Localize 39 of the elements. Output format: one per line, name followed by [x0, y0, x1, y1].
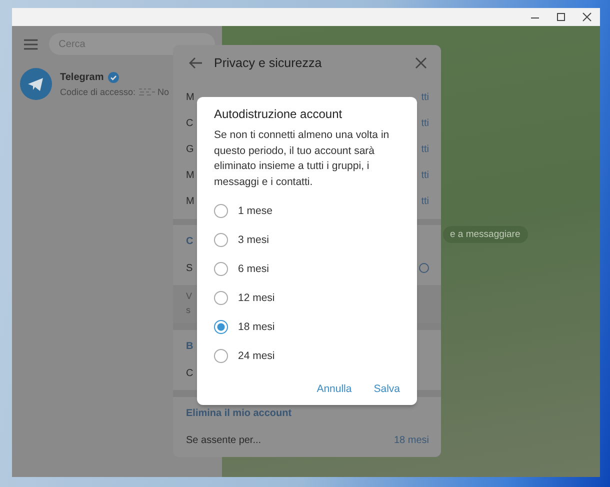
maximize-icon[interactable]	[556, 12, 566, 22]
message-preview: Codice di accesso:	[60, 86, 136, 96]
section-header: Elimina il mio account	[186, 407, 292, 422]
chat-list-item[interactable]: Telegram Codice di accesso: No	[20, 68, 170, 100]
setting-label[interactable]: Se assente per...	[186, 434, 262, 446]
paper-plane-avatar-icon	[20, 68, 52, 100]
option-label[interactable]: 3 mesi	[238, 234, 269, 246]
radio-button[interactable]	[214, 232, 228, 246]
setting-label[interactable]: M	[186, 92, 194, 104]
chat-name: Telegram	[60, 72, 104, 82]
close-icon[interactable]	[582, 12, 592, 22]
panel-title: Privacy e sicurezza	[213, 56, 323, 70]
setting-label[interactable]: C	[186, 368, 194, 379]
setting-value[interactable]: 18 mesi	[394, 434, 429, 446]
radio-button[interactable]	[214, 204, 228, 218]
setting-label[interactable]: C	[186, 118, 194, 130]
dialog-text: Se non ti connetti almeno una volta in questo periodo, il tuo account sarà eliminato insieme a tutti i gruppi, i messaggi e i contatti.	[214, 128, 390, 190]
dialog-title: Autodistruzione account	[214, 107, 344, 121]
option-label[interactable]: 18 mesi	[238, 320, 275, 332]
blurred-text-icon	[138, 86, 156, 96]
section-header: B	[186, 340, 194, 354]
option-label[interactable]: 24 mesi	[238, 350, 275, 362]
radio-button[interactable]	[214, 320, 228, 334]
menu-icon[interactable]	[24, 38, 38, 50]
setting-label[interactable]: G	[186, 144, 194, 156]
option-label[interactable]: 6 mesi	[238, 262, 269, 274]
setting-label[interactable]: M	[186, 196, 194, 208]
radio-button[interactable]	[214, 262, 228, 276]
radio-button[interactable]	[214, 290, 228, 304]
radio-button[interactable]	[214, 348, 228, 362]
message-preview: No	[158, 86, 170, 96]
service-message: e a messaggiare	[443, 226, 528, 243]
section-header: C	[186, 235, 194, 250]
setting-label[interactable]: S	[186, 262, 193, 274]
setting-label[interactable]: M	[186, 170, 194, 182]
back-arrow-icon[interactable]	[189, 56, 203, 69]
toggle-switch[interactable]	[419, 263, 429, 274]
option-label[interactable]: 1 mese	[238, 204, 272, 216]
option-label[interactable]: 12 mesi	[238, 292, 275, 304]
